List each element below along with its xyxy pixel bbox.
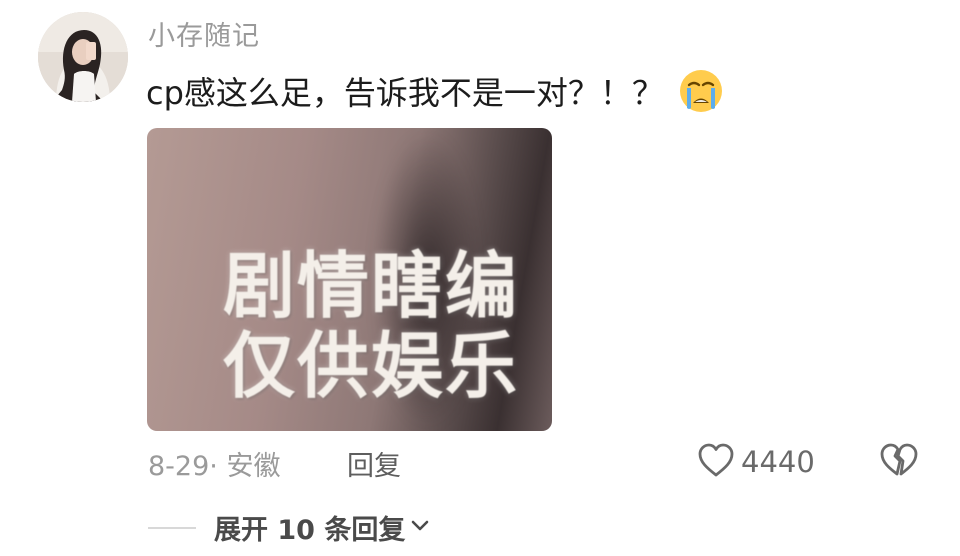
like-count: 4440 (741, 445, 815, 479)
image-caption-line-1: 剧情瞎编 (223, 244, 520, 328)
like-button[interactable]: 4440 (697, 442, 815, 482)
avatar[interactable] (38, 12, 128, 102)
heart-outline-icon (697, 442, 735, 482)
broken-heart-icon (878, 443, 920, 482)
username[interactable]: 小存随记 (148, 14, 260, 53)
reply-button[interactable]: 回复 (347, 444, 401, 483)
comment-text: cp感这么足，告诉我不是一对？！？ (146, 74, 664, 112)
crying-face-icon (678, 68, 724, 114)
expand-replies-button[interactable]: 展开 10 条回复 (214, 508, 429, 547)
divider (148, 526, 196, 529)
comment-image[interactable]: 剧情瞎编 仅供娱乐 (147, 128, 552, 431)
comment-item: 小存随记 cp感这么足，告诉我不是一对？！？ 剧情瞎编 仅供娱乐 8-29· 安… (0, 0, 960, 556)
image-caption-line-2: 仅供娱乐 (223, 324, 520, 408)
expand-replies: 展开 10 条回复 (148, 508, 429, 547)
comment-body: cp感这么足，告诉我不是一对？！？ (146, 68, 724, 114)
image-caption: 剧情瞎编 仅供娱乐 (223, 246, 519, 406)
dislike-button[interactable] (878, 442, 920, 482)
chevron-down-icon (411, 518, 429, 537)
expand-replies-label: 展开 10 条回复 (214, 515, 406, 546)
avatar-image (38, 12, 128, 102)
comment-meta: 8-29· 安徽 (148, 451, 281, 482)
